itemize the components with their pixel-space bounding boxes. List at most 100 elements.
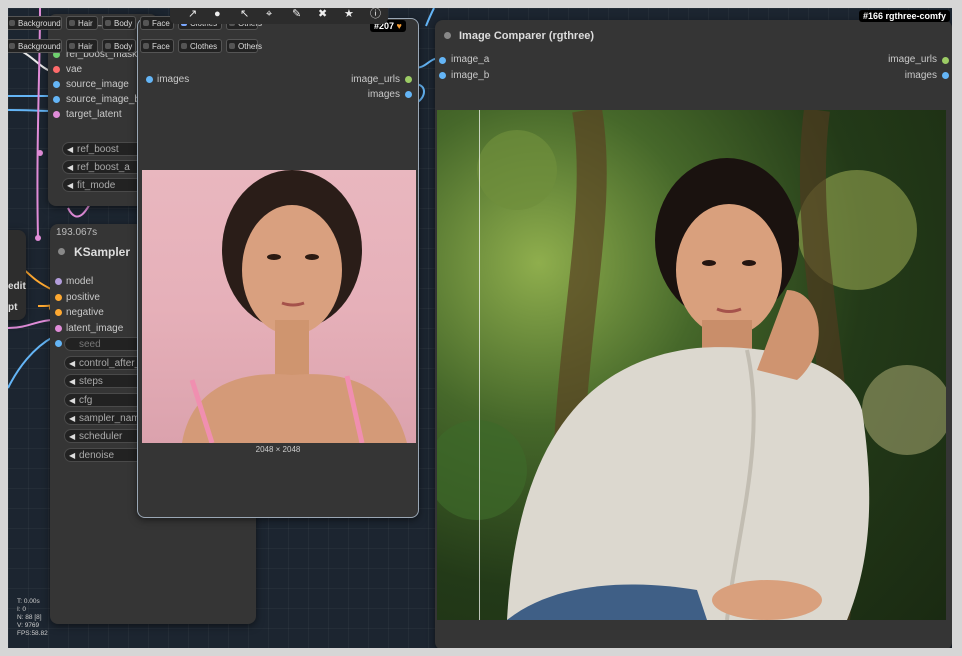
input-label-vae: vae — [66, 64, 83, 75]
widget-label: cfg — [79, 394, 93, 406]
stat-line: V: 9769 — [17, 622, 40, 629]
info-icon[interactable]: ⓘ — [370, 8, 381, 20]
preview-image-node[interactable]: images image_urls images 2048 × 2048 — [137, 18, 419, 518]
image-size-label: 2048 × 2048 — [255, 445, 301, 454]
comparer-node-badge: #166 rgthree-comfy — [859, 10, 951, 22]
checkbox-icon[interactable] — [105, 43, 111, 49]
chip-label: Background — [18, 42, 61, 51]
input-dot-target-latent[interactable] — [53, 111, 60, 118]
checkbox-icon[interactable] — [69, 43, 75, 49]
input-dot-negative[interactable] — [55, 309, 62, 316]
chip-label: Hair — [78, 42, 93, 51]
widget-label: scheduler — [79, 431, 123, 443]
checkbox-icon[interactable] — [229, 43, 235, 49]
cursor-icon[interactable]: ↖ — [240, 8, 249, 20]
chip-label: Body — [114, 19, 133, 28]
fox-icon: ♥ — [396, 21, 402, 31]
filter-chip-face[interactable]: Face — [140, 16, 174, 30]
pin-icon[interactable]: ⌖ — [266, 8, 272, 20]
checkbox-icon[interactable] — [105, 20, 111, 26]
comparer-slider-line[interactable] — [479, 110, 480, 620]
stat-line: I: 0 — [17, 606, 27, 613]
left-arrow-icon[interactable]: ◀ — [69, 412, 75, 424]
checkbox-icon[interactable] — [181, 43, 187, 49]
filter-chip-clothes[interactable]: Clothes — [178, 39, 222, 53]
input-dot-images[interactable] — [146, 76, 153, 83]
input-label-image-a: image_a — [451, 54, 490, 65]
left-arrow-icon[interactable]: ◀ — [69, 357, 75, 369]
widget-label: denoise — [79, 449, 115, 461]
widget-label: seed — [79, 339, 101, 350]
filter-chip-hair[interactable]: Hair — [66, 39, 98, 53]
circle-icon[interactable]: ● — [214, 8, 221, 20]
output-dot-image-urls[interactable] — [405, 76, 412, 83]
checkbox-icon[interactable] — [9, 20, 15, 26]
input-label-model: model — [66, 276, 94, 287]
left-arrow-icon[interactable]: ◀ — [67, 143, 73, 155]
left-arrow-icon[interactable]: ◀ — [69, 430, 75, 442]
input-dot-image-b[interactable] — [439, 72, 446, 79]
input-label-latent-image: latent_image — [66, 322, 124, 334]
chip-label: Body — [114, 42, 133, 51]
portrait-woman-pink — [182, 170, 407, 443]
input-dot-vae[interactable] — [53, 66, 60, 73]
collapse-dot[interactable] — [444, 32, 451, 39]
bookmark-icon[interactable]: ★ — [344, 8, 354, 20]
checkbox-icon[interactable] — [143, 43, 149, 49]
left-arrow-icon[interactable]: ◀ — [67, 161, 73, 173]
pen-icon[interactable]: ✎ — [292, 8, 301, 20]
canvas[interactable]: edit pt source_latentref_boost_maskvaeso… — [8, 8, 952, 648]
filter-chip-background[interactable]: Background — [8, 16, 62, 30]
widget-label: ref_boost — [77, 144, 119, 155]
input-dot-positive[interactable] — [55, 293, 62, 301]
input-label-target-latent: target_latent — [66, 109, 122, 120]
comparer-image[interactable] — [437, 110, 946, 620]
left-arrow-icon[interactable]: ◀ — [67, 179, 73, 191]
trash-icon[interactable]: ✖ — [318, 8, 327, 20]
input-label-source-image: source_image — [66, 79, 129, 90]
input-dot-seed[interactable] — [55, 340, 62, 347]
collapse-dot[interactable] — [58, 248, 65, 255]
chip-label: Clothes — [190, 42, 218, 51]
output-label-image-urls: image_urls — [351, 74, 400, 85]
filter-chip-face[interactable]: Face — [140, 39, 174, 53]
input-dot-model[interactable] — [55, 278, 62, 285]
left-arrow-icon[interactable]: ◀ — [69, 449, 75, 461]
output-dot-image-urls[interactable] — [942, 57, 949, 64]
input-label-positive: positive — [66, 291, 100, 303]
canvas-toolbar: ↗ ● ↖ ⌖ ✎ ✖ ★ ⓘ — [170, 8, 388, 24]
input-dot-source-image[interactable] — [53, 81, 60, 88]
stat-line: N: 88 [8] — [17, 614, 42, 621]
chip-label: Face — [152, 19, 170, 28]
output-label-images: images — [904, 70, 937, 81]
chip-label: Others — [238, 42, 263, 51]
stat-line: T: 0.00s — [17, 598, 40, 605]
input-dot-latent-image[interactable] — [55, 324, 62, 332]
checkbox-icon[interactable] — [69, 20, 75, 26]
input-dot-source-image-b[interactable] — [53, 96, 60, 103]
chip-label: Face — [152, 42, 170, 51]
pt-label: pt — [8, 302, 18, 313]
chip-label: Hair — [78, 19, 93, 28]
output-dot-images[interactable] — [942, 72, 949, 79]
image-comparer-title: Image Comparer (rgthree) — [459, 30, 595, 42]
image-comparer-node[interactable]: Image Comparer (rgthree) image_a image_b… — [435, 20, 952, 648]
filter-chip-body[interactable]: Body — [102, 39, 136, 53]
arrow-icon[interactable]: ↗ — [188, 8, 197, 20]
filter-chip-others[interactable]: Others — [226, 39, 262, 53]
preview-image[interactable] — [142, 170, 416, 443]
output-dot-images[interactable] — [405, 91, 412, 98]
left-arrow-icon[interactable]: ◀ — [69, 394, 75, 406]
left-arrow-icon[interactable]: ◀ — [69, 375, 75, 387]
checkbox-icon[interactable] — [143, 20, 149, 26]
filter-chip-body[interactable]: Body — [102, 16, 136, 30]
edit-label: edit — [8, 281, 26, 292]
input-label-image-b: image_b — [451, 70, 490, 81]
filter-chip-hair[interactable]: Hair — [66, 16, 98, 30]
input-dot-image-a[interactable] — [439, 57, 446, 64]
ksampler-timer: 193.067s — [56, 227, 98, 238]
filter-chip-background[interactable]: Background — [8, 39, 62, 53]
input-label-images: images — [157, 74, 190, 85]
checkbox-icon[interactable] — [9, 43, 15, 49]
input-label-negative: negative — [66, 307, 104, 318]
